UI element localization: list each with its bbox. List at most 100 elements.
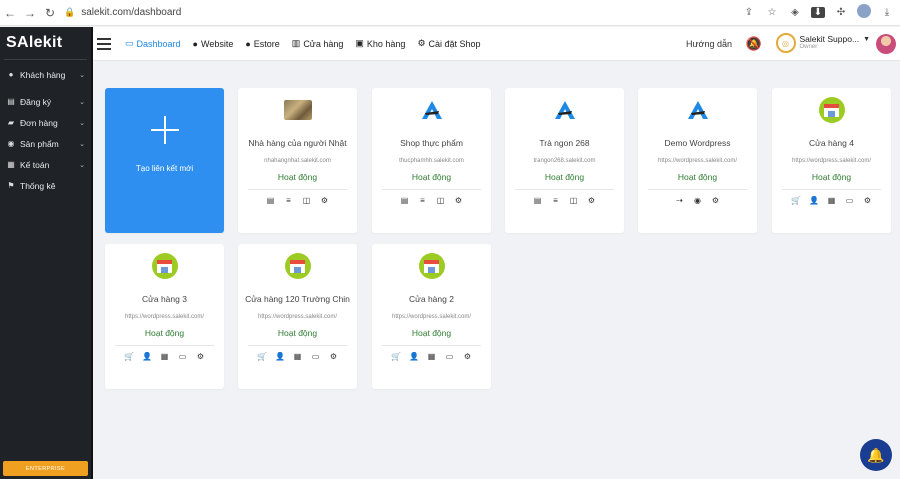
top-nav: ▭ Dashboard ● Website ● Estore ▥ Cửa hàn…: [93, 27, 900, 61]
chat-bubble-icon[interactable]: 🔔: [860, 439, 892, 471]
nav-warehouse[interactable]: ▣ Kho hàng: [355, 38, 405, 49]
shop-url[interactable]: nhahangnhat.salekit.com: [238, 158, 357, 164]
columns-icon[interactable]: ◫: [302, 196, 311, 205]
gear-icon[interactable]: ⚙: [454, 196, 463, 205]
card-actions: ▤ ≡ ◫ ⚙: [238, 196, 357, 205]
gear-icon[interactable]: ⚙: [863, 196, 872, 205]
nav-dashboard[interactable]: ▭ Dashboard: [125, 38, 181, 49]
keyboard-icon[interactable]: ▤: [533, 196, 542, 205]
profile-icon[interactable]: [857, 4, 871, 21]
download-icon[interactable]: ⤓: [880, 7, 894, 18]
shop-url[interactable]: https://wordpress.salekit.com/: [238, 314, 357, 320]
calendar-icon[interactable]: ▦: [160, 352, 169, 361]
enterprise-badge[interactable]: ENTERPRISE: [3, 461, 88, 476]
shop-url[interactable]: https://wordpress.salekit.com/: [105, 314, 224, 320]
sidebar-item-accounting[interactable]: ▦ Kế toán ⌄: [0, 154, 91, 175]
store-logo-icon: ◎: [775, 33, 796, 53]
credit-card-icon[interactable]: ▭: [445, 352, 454, 361]
back-icon[interactable]: ←: [0, 3, 20, 23]
keyboard-icon[interactable]: ▤: [266, 196, 275, 205]
user-icon[interactable]: 👤: [142, 352, 152, 361]
nav-stores[interactable]: ▥ Cửa hàng: [292, 38, 344, 49]
account-menu[interactable]: ◎ Salekit Suppo... Owner ▼: [775, 33, 870, 53]
shop-card[interactable]: Nhà hàng của người Nhật nhahangnhat.sale…: [238, 88, 357, 233]
keyboard-icon[interactable]: ▤: [400, 196, 409, 205]
sidebar-divider: [4, 59, 87, 60]
address-bar[interactable]: 🔒 salekit.com/dashboard: [64, 4, 181, 22]
status-badge: Hoạt động: [677, 172, 718, 182]
sidebar-item-label: Khách hàng: [20, 69, 66, 80]
reload-icon[interactable]: ↻: [40, 3, 60, 23]
list-icon[interactable]: ≡: [284, 196, 293, 205]
sidebar-item-customers[interactable]: ● Khách hàng ⌄: [0, 64, 91, 85]
forward-icon[interactable]: →: [20, 3, 40, 23]
shop-title: Trà ngon 268: [539, 138, 590, 148]
chevron-down-icon: ⌄: [79, 119, 85, 127]
list-icon[interactable]: ≡: [418, 196, 427, 205]
chevron-down-icon: ⌄: [79, 140, 85, 148]
gear-icon[interactable]: ⚙: [320, 196, 329, 205]
nav-shop-settings[interactable]: ⚙ Cài đặt Shop: [417, 38, 480, 49]
sidebar-item-registration[interactable]: ▤ Đăng ký ⌄: [0, 91, 91, 112]
gear-icon[interactable]: ⚙: [587, 196, 596, 205]
calendar-icon[interactable]: ▦: [827, 196, 836, 205]
shop-card[interactable]: Cửa hàng 120 Trường Chin https://wordpre…: [238, 244, 357, 389]
create-link-card[interactable]: Tạo liên kết mới: [105, 88, 224, 233]
extension-icon[interactable]: ⬇: [811, 7, 825, 18]
shop-card[interactable]: Demo Wordpress https://wordpress.salekit…: [638, 88, 757, 233]
credit-card-icon[interactable]: ▭: [178, 352, 187, 361]
nav-estore[interactable]: ● Estore: [245, 39, 279, 49]
shop-card[interactable]: Cửa hàng 3 https://wordpress.salekit.com…: [105, 244, 224, 389]
calendar-icon[interactable]: ▦: [293, 352, 302, 361]
menu-toggle-icon[interactable]: [97, 37, 111, 50]
credit-card-icon[interactable]: ▭: [311, 352, 320, 361]
cart-icon[interactable]: 🛒: [791, 196, 801, 205]
shop-card[interactable]: Shop thực phẩm thucphamhh.salekit.com Ho…: [372, 88, 491, 233]
sidebar-item-label: Thống kê: [20, 180, 56, 191]
gear-icon[interactable]: ⚙: [463, 352, 472, 361]
star-icon[interactable]: ☆: [765, 7, 779, 18]
shop-url[interactable]: https://wordpress.salekit.com/: [772, 158, 891, 164]
bell-off-icon[interactable]: 🔕: [746, 36, 762, 52]
gear-icon[interactable]: ⚙: [196, 352, 205, 361]
puzzle-icon[interactable]: ✣: [834, 7, 848, 18]
caret-down-icon: ▼: [863, 35, 870, 43]
shop-url[interactable]: https://wordpress.salekit.com/: [638, 158, 757, 164]
user-icon[interactable]: 👤: [409, 352, 419, 361]
shop-title: Demo Wordpress: [664, 138, 731, 148]
avatar[interactable]: [876, 34, 896, 54]
calendar-icon[interactable]: ▦: [427, 352, 436, 361]
flag-icon: ⚑: [7, 181, 15, 190]
cart-icon[interactable]: 🛒: [391, 352, 401, 361]
user-icon[interactable]: 👤: [275, 352, 285, 361]
chevron-down-icon: ⌄: [79, 71, 85, 79]
shield-icon[interactable]: ◈: [788, 7, 802, 18]
sidebar-item-orders[interactable]: ▰ Đơn hàng ⌄: [0, 112, 91, 133]
shop-url[interactable]: trangon268.salekit.com: [505, 158, 624, 164]
nav-website[interactable]: ● Website: [193, 39, 234, 49]
list-icon[interactable]: ≡: [551, 196, 560, 205]
shop-card[interactable]: Trà ngon 268 trangon268.salekit.com Hoạt…: [505, 88, 624, 233]
card-actions: 🛒 👤 ▦ ▭ ⚙: [772, 196, 891, 205]
salekit-logo-icon: [684, 98, 712, 122]
nav-label: Kho hàng: [366, 38, 406, 49]
guide-link[interactable]: Hướng dẫn: [686, 39, 732, 49]
salekit-logo[interactable]: SAlekit: [0, 27, 91, 59]
wordpress-icon[interactable]: ◉: [693, 196, 702, 205]
shop-url[interactable]: https://wordpress.salekit.com/: [372, 314, 491, 320]
shop-card[interactable]: Cửa hàng 4 https://wordpress.salekit.com…: [772, 88, 891, 233]
cart-icon[interactable]: 🛒: [124, 352, 134, 361]
columns-icon[interactable]: ◫: [569, 196, 578, 205]
gear-icon[interactable]: ⚙: [711, 196, 720, 205]
cart-icon[interactable]: 🛒: [257, 352, 267, 361]
shop-card[interactable]: Cửa hàng 2 https://wordpress.salekit.com…: [372, 244, 491, 389]
external-link-icon[interactable]: ⇢: [675, 196, 684, 205]
gear-icon[interactable]: ⚙: [329, 352, 338, 361]
columns-icon[interactable]: ◫: [436, 196, 445, 205]
share-icon[interactable]: ⇪: [742, 7, 756, 18]
shop-url[interactable]: thucphamhh.salekit.com: [372, 158, 491, 164]
user-icon[interactable]: 👤: [809, 196, 819, 205]
sidebar-item-products[interactable]: ◉ Sản phẩm ⌄: [0, 133, 91, 154]
credit-card-icon[interactable]: ▭: [845, 196, 854, 205]
sidebar-item-statistics[interactable]: ⚑ Thống kê: [0, 175, 91, 196]
